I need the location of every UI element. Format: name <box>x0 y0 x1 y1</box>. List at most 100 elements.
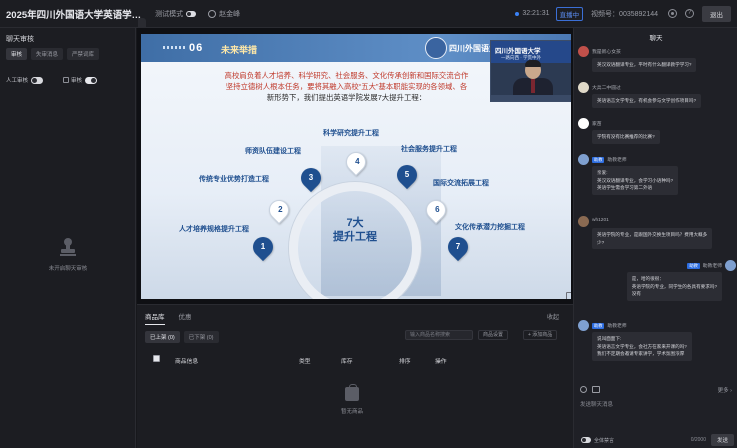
product-status-tabs: 已上架 (0) 已下架 (0) <box>145 331 223 343</box>
chat-message: 助教 助教老师 是，哈的很很： 英语学院的专业，同学生的各具有要求吗? 没有 <box>578 260 736 310</box>
project-marker-3: 3 <box>296 163 326 193</box>
fullscreen-icon[interactable] <box>566 292 571 299</box>
dots-decoration <box>163 46 185 49</box>
chat-title: 聊天 <box>649 35 663 42</box>
user-icon <box>208 9 217 18</box>
avatar <box>578 118 589 129</box>
mute-all-label: 全体禁言 <box>594 437 615 444</box>
project-label-7: 文化传承潜力挖掘工程 <box>455 224 525 231</box>
empty-text: 暂无商品 <box>340 409 363 415</box>
live-console: 2025年四川外国语大学英语学… 测试模式 赵金峰 32:21:31 直播中 视… <box>0 0 737 448</box>
sender-name: 我是新心女孩 <box>592 50 621 55</box>
message-bubble: 说叫面面下: 英语语言文学专业，会社方在家来开课的吗? 我们不定期会邀请专家讲学… <box>592 332 692 361</box>
project-marker-5: 5 <box>392 160 422 190</box>
chat-message: 助教 助教老师 说叫面面下: 英语语言文学专业，会社方在家来开课的吗? 我们不定期… <box>578 320 736 370</box>
role-badge: 助教 <box>592 323 605 329</box>
slide-text: 高校肩负着人才培养、科学研究、社会服务、文化传承创新和国际交流合作 坚持立德树人… <box>179 70 514 103</box>
project-marker-2: 2 <box>264 195 294 225</box>
test-mode-toggle[interactable]: 测试模式 <box>155 9 197 19</box>
chat-message: 家苗 学院有没有比赛推荐的比赛? <box>578 118 736 148</box>
avatar <box>578 82 589 93</box>
slide-line: 高校肩负着人才培养、科学研究、社会服务、文化传承创新和国际交流合作 <box>224 71 469 80</box>
toggle-icon[interactable] <box>186 10 197 17</box>
project-label-2: 传统专业优势打造工程 <box>199 176 269 183</box>
products-empty-state: 暂无商品 <box>322 384 382 415</box>
chat-message: 大兵二中圆过 英语语言文学专业，有机会参与文学创作项目吗? <box>578 82 736 112</box>
live-status-badge: 直播中 <box>555 6 584 21</box>
product-panel: 商品库 优惠 收起 已上架 (0) 已下架 (0) 输入商品名称搜索 商品设置 … <box>137 304 573 448</box>
shopping-bag-icon <box>345 384 359 401</box>
col-sort: 排序 <box>399 359 411 365</box>
product-table-header: 商品信息 类型 库存 排序 操作 <box>145 354 447 366</box>
tab-product-library[interactable]: 商品库 <box>145 311 165 325</box>
center-label: 7大 提升工程 <box>333 217 377 243</box>
help-icon[interactable] <box>685 9 694 18</box>
chat-review-panel: 聊天审核 审核 失审消息 严禁词库 人工审核 审核 未开启聊天审核 <box>0 28 136 448</box>
tab-delisted[interactable]: 已下架 (0) <box>183 331 219 343</box>
chat-message: 我是新心女孩 英汉双语翻译专业，平时有什么翻译教学学习? <box>578 46 736 76</box>
product-search-input[interactable]: 输入商品名称搜索 <box>405 330 473 340</box>
top-bar-right: 32:21:31 直播中 视频号：0035892144 退出 <box>515 5 731 22</box>
video-id: 视频号：0035892144 <box>591 10 658 18</box>
project-label-5: 社会服务提升工程 <box>401 146 457 153</box>
add-product-button[interactable]: + 添加商品 <box>523 330 558 340</box>
col-product-info: 商品信息 <box>175 359 199 365</box>
tab-listed[interactable]: 已上架 (0) <box>145 331 180 343</box>
chat-footer: 全体禁言 0/2000 发送 <box>578 434 734 446</box>
avatar <box>578 320 589 331</box>
presentation-area: 06 未来举措 四川外国语大学 高校肩负着人才培养、科学研究、社会服务、文化传承… <box>137 28 573 304</box>
message-bubble: 英语学院的专业，是跟国外交换生项目吗？费用大概多 少? <box>592 228 713 249</box>
tab-review[interactable]: 审核 <box>6 48 28 60</box>
avatar <box>578 46 589 57</box>
tab-coupons[interactable]: 优惠 <box>179 311 192 325</box>
message-bubble: 英汉双语翻译专业，平时有什么翻译教学学习? <box>592 58 697 72</box>
presenter-video[interactable]: 四川外国语大学 一路向西 · 学贯中外 <box>490 40 571 102</box>
manual-review-switch[interactable] <box>31 76 44 84</box>
gear-icon[interactable] <box>668 9 677 18</box>
avatar <box>578 154 589 165</box>
top-bar: 2025年四川外国语大学英语学… 测试模式 赵金峰 32:21:31 直播中 视… <box>0 0 737 28</box>
slide-line: 坚持立德树人根本任务，要将其融入高校“五大”基本职能实现的各领域、各 <box>225 82 468 91</box>
send-button[interactable]: 发送 <box>710 434 734 446</box>
user-info: 赵金峰 <box>208 9 240 19</box>
manual-review-label: 人工审核 <box>6 78 29 84</box>
avatar <box>725 260 736 271</box>
exit-button[interactable]: 退出 <box>702 5 731 22</box>
product-settings-button[interactable]: 商品设置 <box>478 330 509 340</box>
live-dot-icon <box>515 11 520 16</box>
chat-messages: 我是新心女孩 英汉双语翻译专业，平时有什么翻译教学学习? 大兵二中圆过 英语语言… <box>578 44 736 382</box>
chat-message: 助教 助教老师 亲爱: 英汉双语翻译专业，会学习小语种吗? 英语学生需会学习第二外… <box>578 154 736 200</box>
emoji-icon[interactable] <box>580 386 587 393</box>
tab-failed-messages[interactable]: 失审消息 <box>31 48 64 60</box>
chat-panel: 聊天 我是新心女孩 英汉双语翻译专业，平时有什么翻译教学学习? 大兵二中圆过 英… <box>573 28 737 448</box>
product-tabs: 商品库 优惠 <box>145 311 206 325</box>
char-count: 0/2000 <box>690 437 706 443</box>
avatar <box>578 216 589 227</box>
image-icon[interactable] <box>592 386 600 393</box>
pin-icon <box>63 77 70 83</box>
col-stock: 库存 <box>341 359 353 365</box>
section-title: 未来举措 <box>221 45 258 55</box>
sender-name: 助教 助教老师 <box>687 263 722 269</box>
collapse-products-button[interactable]: 收起 <box>547 312 559 321</box>
university-seal-icon <box>425 37 447 59</box>
message-bubble: 亲爱: 英汉双语翻译专业，会学习小语种吗? 英语学生需会学习第二外语 <box>592 166 679 195</box>
pin-review-switch[interactable] <box>85 76 98 84</box>
role-badge: 助教 <box>687 263 700 269</box>
select-all-checkbox[interactable] <box>153 355 160 362</box>
sender-name: 助教 助教老师 <box>592 323 627 329</box>
slide-line: 新形势下，我们提出英语学院发展7大提升工程： <box>266 93 427 102</box>
message-bubble: 是，哈的很很： 英语学院的专业，同学生的各具有要求吗? 没有 <box>626 272 722 301</box>
sender-name: 大兵二中圆过 <box>592 86 621 91</box>
stamp-icon <box>60 238 76 256</box>
tab-banned-words[interactable]: 严禁词库 <box>67 48 100 60</box>
chat-input[interactable]: 发送聊天消息 <box>578 398 734 434</box>
project-marker-7: 7 <box>443 232 473 262</box>
role-badge: 助教 <box>592 157 605 163</box>
more-button[interactable]: 更多 › <box>718 386 732 394</box>
test-mode-label: 测试模式 <box>155 10 184 18</box>
slide: 06 未来举措 四川外国语大学 高校肩负着人才培养、科学研究、社会服务、文化传承… <box>141 34 571 299</box>
col-type: 类型 <box>299 359 311 365</box>
message-bubble: 英语语言文学专业，有机会参与文学创作项目吗? <box>592 94 702 108</box>
mute-all-switch[interactable] <box>581 437 591 443</box>
